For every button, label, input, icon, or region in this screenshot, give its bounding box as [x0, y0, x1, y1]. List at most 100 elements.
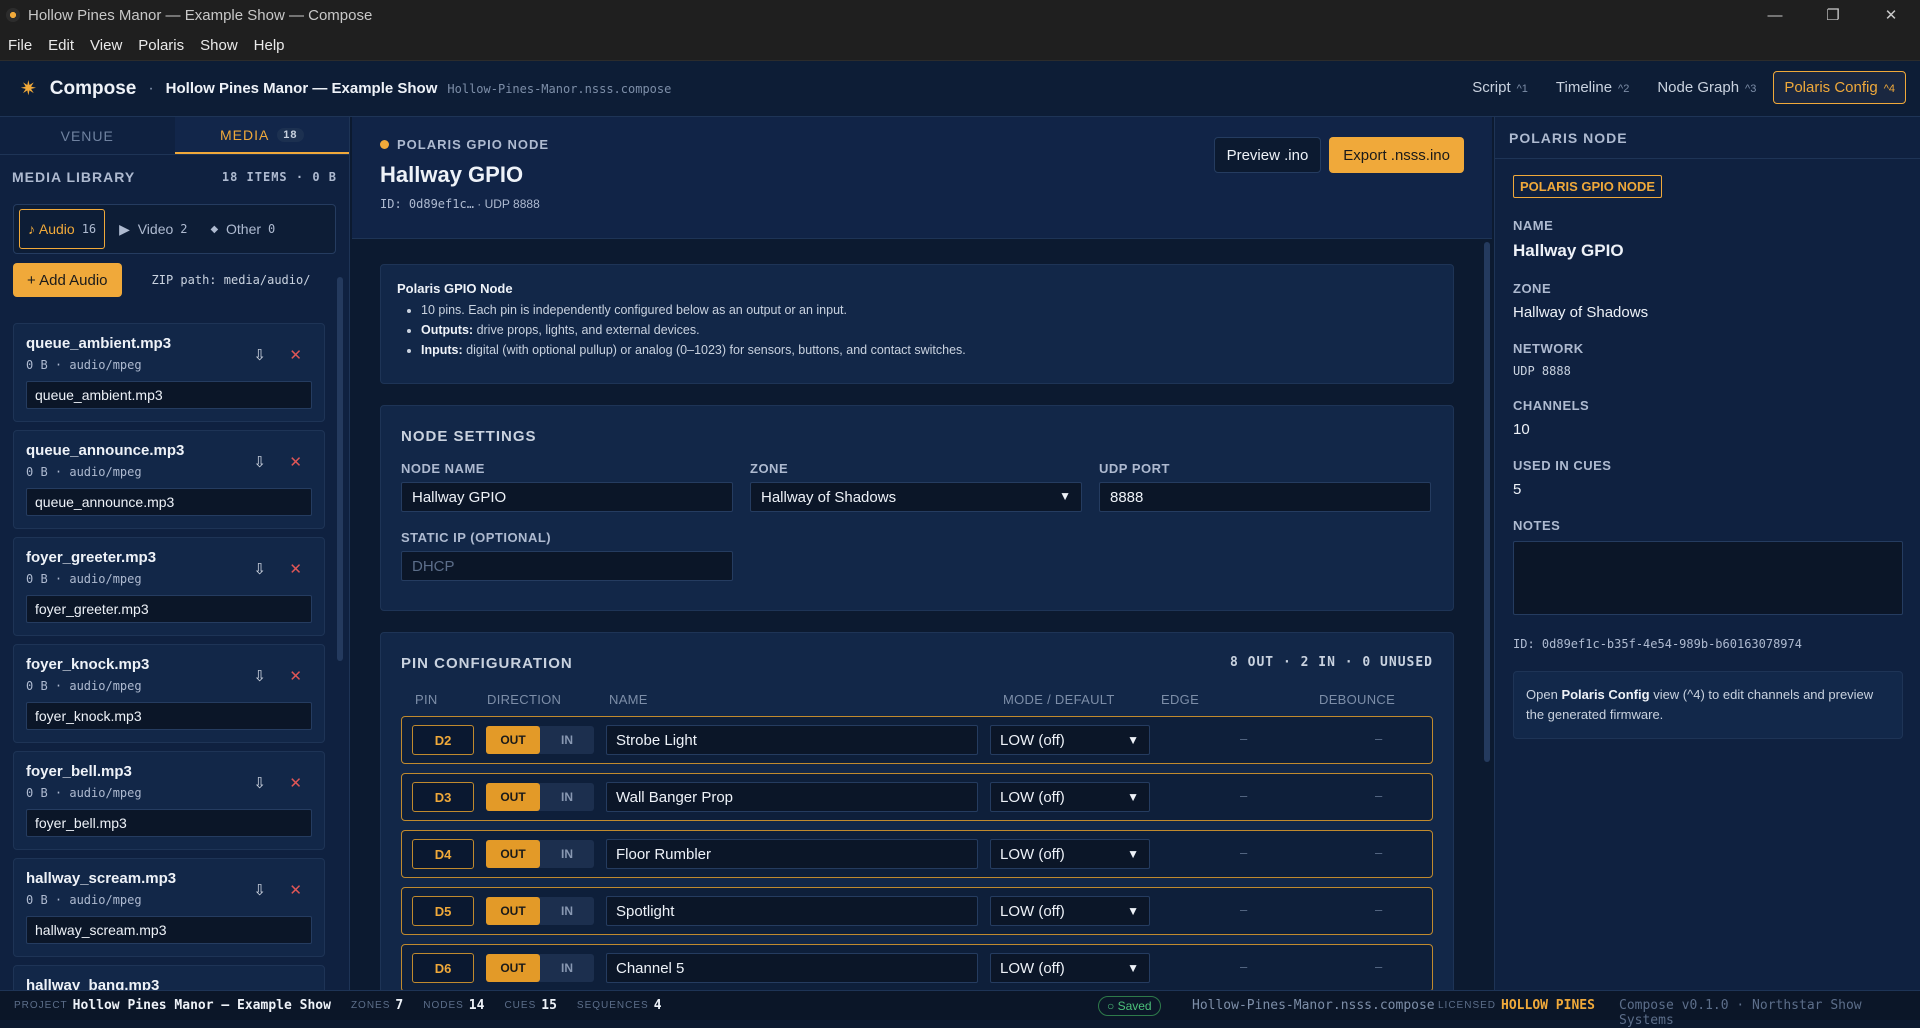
view-polaris-config[interactable]: Polaris Config ^4: [1773, 71, 1906, 104]
node-name-label: NODE NAME: [401, 461, 485, 476]
left-sidebar: VENUE MEDIA 18 MEDIA LIBRARY 18 ITEMS · 0…: [0, 117, 350, 990]
direction-in[interactable]: IN: [540, 783, 594, 811]
direction-out[interactable]: OUT: [486, 726, 540, 754]
preview-ino-button[interactable]: Preview .ino: [1213, 137, 1322, 173]
media-name: queue_announce.mp3: [26, 442, 185, 459]
edge-value: –: [1240, 959, 1248, 974]
col-mode: MODE / DEFAULT: [1003, 692, 1115, 707]
list-item[interactable]: queue_ambient.mp3 0 B · audio/mpeg ⇩ ✕ q…: [13, 323, 325, 422]
menu-view[interactable]: View: [82, 37, 130, 54]
name-label: NAME: [1513, 218, 1554, 233]
media-filename-field[interactable]: queue_announce.mp3: [26, 488, 312, 516]
project-label: PROJECT: [14, 1000, 68, 1011]
direction-in[interactable]: IN: [540, 840, 594, 868]
zone-select[interactable]: Hallway of Shadows ▼: [750, 482, 1082, 512]
static-ip-input[interactable]: DHCP: [401, 551, 733, 581]
direction-in[interactable]: IN: [540, 897, 594, 925]
pin-label: D6: [412, 953, 474, 983]
menu-file[interactable]: File: [0, 37, 40, 54]
media-filename-field[interactable]: foyer_bell.mp3: [26, 809, 312, 837]
media-filename-field[interactable]: foyer_greeter.mp3: [26, 595, 312, 623]
remove-icon[interactable]: ✕: [289, 560, 302, 578]
zip-path: ZIP path: media/audio/: [151, 273, 311, 287]
notes-textarea[interactable]: [1513, 541, 1903, 615]
main-scrollbar[interactable]: [1484, 242, 1490, 762]
media-filename-field[interactable]: foyer_knock.mp3: [26, 702, 312, 730]
menu-polaris[interactable]: Polaris: [130, 37, 192, 54]
node-udp: · UDP 8888: [477, 197, 540, 211]
direction-out[interactable]: OUT: [486, 783, 540, 811]
list-item[interactable]: foyer_bell.mp3 0 B · audio/mpeg ⇩ ✕ foye…: [13, 751, 325, 850]
direction-in[interactable]: IN: [540, 954, 594, 982]
media-name: queue_ambient.mp3: [26, 335, 172, 352]
pin-name-input[interactable]: Spotlight: [606, 896, 978, 926]
media-filename-field[interactable]: hallway_scream.mp3: [26, 916, 312, 944]
remove-icon[interactable]: ✕: [289, 346, 302, 364]
download-icon[interactable]: ⇩: [253, 560, 266, 578]
show-file: Hollow-Pines-Manor.nsss.compose: [447, 81, 672, 96]
menu-edit[interactable]: Edit: [40, 37, 82, 54]
download-icon[interactable]: ⇩: [253, 453, 266, 471]
debounce-value: –: [1375, 902, 1383, 917]
pin-name-input[interactable]: Channel 5: [606, 953, 978, 983]
list-item[interactable]: foyer_knock.mp3 0 B · audio/mpeg ⇩ ✕ foy…: [13, 644, 325, 743]
node-info-panel: Polaris GPIO Node 10 pins. Each pin is i…: [380, 264, 1454, 384]
list-item[interactable]: hallway_scream.mp3 0 B · audio/mpeg ⇩ ✕ …: [13, 858, 325, 957]
menu-help[interactable]: Help: [246, 37, 293, 54]
view-node-graph[interactable]: Node Graph ^3: [1646, 71, 1767, 104]
edge-value: –: [1240, 902, 1248, 917]
direction-out[interactable]: OUT: [486, 897, 540, 925]
list-item[interactable]: queue_announce.mp3 0 B · audio/mpeg ⇩ ✕ …: [13, 430, 325, 529]
direction-out[interactable]: OUT: [486, 840, 540, 868]
download-icon[interactable]: ⇩: [253, 774, 266, 792]
remove-icon[interactable]: ✕: [289, 881, 302, 899]
udp-port-input[interactable]: 8888: [1099, 482, 1431, 512]
view-script[interactable]: Script ^1: [1461, 71, 1539, 104]
tab-media[interactable]: MEDIA 18: [174, 117, 349, 154]
media-name: hallway_bang.mp3: [26, 977, 160, 990]
remove-icon[interactable]: ✕: [289, 667, 302, 685]
pin-name-input[interactable]: Strobe Light: [606, 725, 978, 755]
download-icon[interactable]: ⇩: [253, 667, 266, 685]
config-hint: Open Polaris Config view (^4) to edit ch…: [1513, 671, 1903, 739]
media-meta: 0 B · audio/mpeg: [26, 358, 142, 372]
sidebar-scrollbar[interactable]: [337, 277, 343, 661]
add-audio-button[interactable]: + Add Audio: [13, 263, 122, 297]
menu-show[interactable]: Show: [192, 37, 246, 54]
node-name-input[interactable]: Hallway GPIO: [401, 482, 733, 512]
list-item[interactable]: hallway_bang.mp3 ⇩: [13, 965, 325, 990]
view-timeline[interactable]: Timeline ^2: [1545, 71, 1640, 104]
remove-icon[interactable]: ✕: [289, 453, 302, 471]
remove-icon[interactable]: ✕: [289, 774, 302, 792]
network-value: UDP 8888: [1513, 364, 1571, 378]
filter-other[interactable]: ◆ Other 0: [202, 209, 285, 249]
filter-video[interactable]: ▶ Video 2: [110, 209, 196, 249]
direction-out[interactable]: OUT: [486, 954, 540, 982]
direction-in[interactable]: IN: [540, 726, 594, 754]
list-item[interactable]: foyer_greeter.mp3 0 B · audio/mpeg ⇩ ✕ f…: [13, 537, 325, 636]
pin-name-input[interactable]: Floor Rumbler: [606, 839, 978, 869]
media-filename-field[interactable]: queue_ambient.mp3: [26, 381, 312, 409]
mode-select[interactable]: LOW (off) ▼: [990, 953, 1150, 983]
minimize-button[interactable]: —: [1746, 0, 1804, 30]
export-ino-button[interactable]: Export .nsss.ino: [1329, 137, 1464, 173]
close-button[interactable]: ✕: [1862, 0, 1920, 30]
maximize-button[interactable]: ❐: [1804, 0, 1862, 30]
media-name: foyer_greeter.mp3: [26, 549, 157, 566]
media-library-title: MEDIA LIBRARY: [12, 169, 136, 185]
media-filters: ♪ Audio 16 ▶ Video 2 ◆ Other 0: [13, 204, 336, 254]
node-settings-panel: NODE SETTINGS NODE NAME Hallway GPIO ZON…: [380, 405, 1454, 611]
mode-select[interactable]: LOW (off) ▼: [990, 725, 1150, 755]
download-icon[interactable]: ⇩: [253, 881, 266, 899]
download-icon[interactable]: ⇩: [253, 346, 266, 364]
tab-venue[interactable]: VENUE: [0, 117, 175, 154]
channels-value: 10: [1513, 421, 1530, 438]
zone-label: ZONE: [750, 461, 789, 476]
mode-select[interactable]: LOW (off) ▼: [990, 839, 1150, 869]
filter-audio[interactable]: ♪ Audio 16: [19, 209, 106, 249]
chevron-down-icon: ▼: [1059, 489, 1071, 503]
app-icon: [6, 8, 20, 22]
pin-name-input[interactable]: Wall Banger Prop: [606, 782, 978, 812]
mode-select[interactable]: LOW (off) ▼: [990, 782, 1150, 812]
mode-select[interactable]: LOW (off) ▼: [990, 896, 1150, 926]
